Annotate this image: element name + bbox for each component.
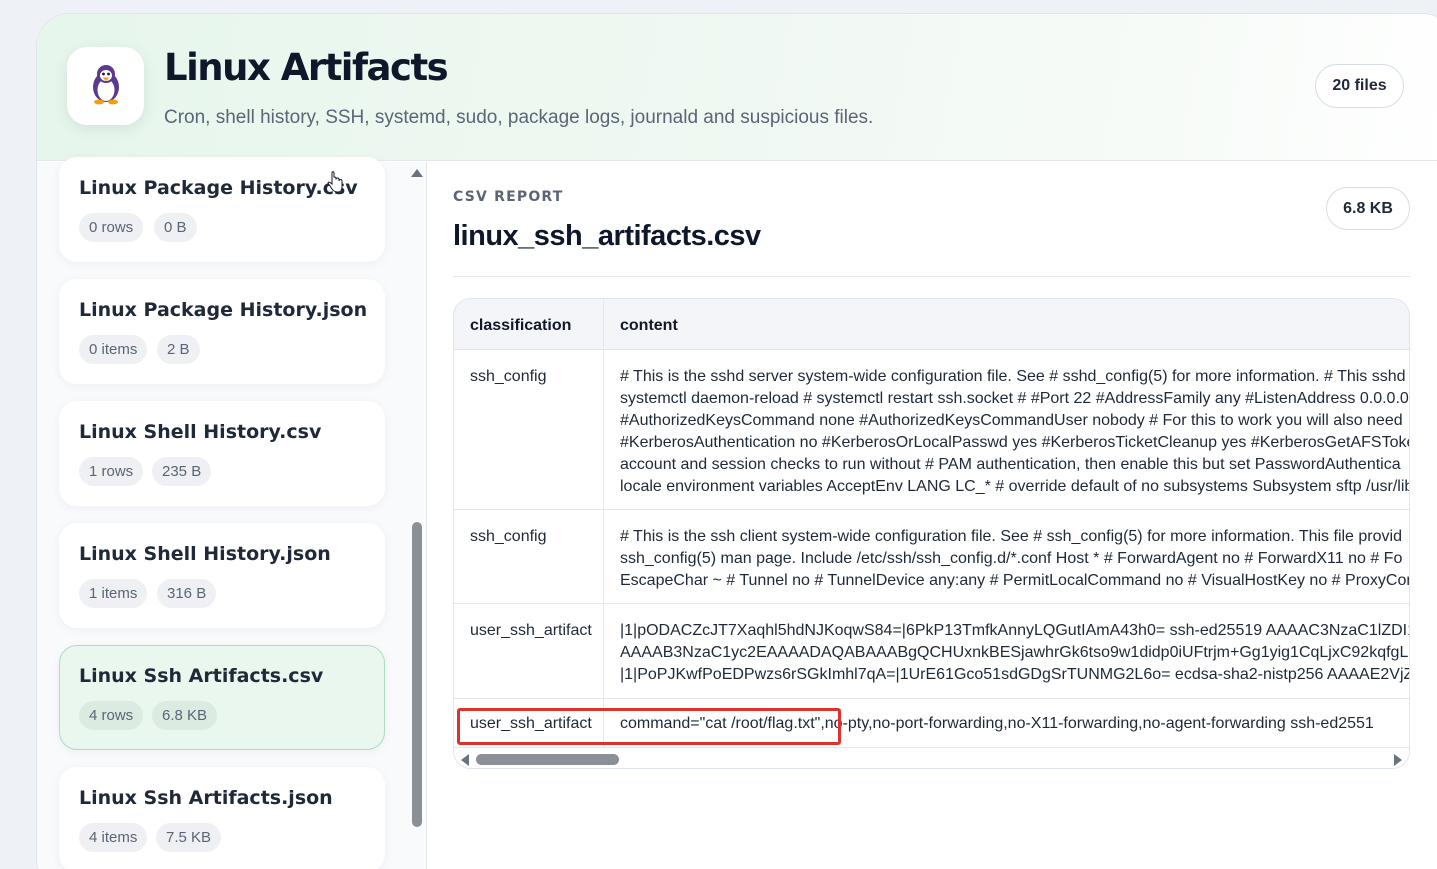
file-size-chip: 2 B [157,335,200,364]
content-line: |1|PoPJKwfPoEDPwzs6rSGkImhl7qA=|1UrE61Gc… [620,666,1410,683]
row-count-chip: 4 rows [79,701,144,730]
item-count-chip: 4 items [79,823,148,852]
file-name: Linux Package History.csv [79,177,358,199]
item-count-chip: 1 items [79,579,148,608]
content-line: EscapeChar ~ # Tunnel no # TunnelDevice … [620,572,1410,589]
report-panel: CSV REPORT linux_ssh_artifacts.csv 6.8 K… [428,162,1437,869]
report-size-badge: 6.8 KB [1326,187,1410,230]
file-name: Linux Package History.json [79,299,368,321]
content-line: # This is the sshd server system-wide co… [620,368,1406,385]
content-line: AAAAB3NzaC1yc2EAAAADAQABAAABgQCHUxnkBESj… [620,644,1410,661]
content-cell: # This is the ssh client system-wide con… [620,526,1410,592]
row-count-chip: 0 rows [79,213,144,242]
file-size-chip: 316 B [157,579,217,608]
file-name: Linux Ssh Artifacts.json [79,787,333,809]
file-name: Linux Shell History.csv [79,421,322,443]
content-line: locale environment variables AcceptEnv L… [620,478,1410,495]
column-header-classification: classification [470,317,572,334]
content-line: account and session checks to run withou… [620,456,1401,473]
table-row: user_ssh_artifact |1|pODACZcJT7Xaqhl5hdN… [454,604,1409,699]
csv-table[interactable]: classification content ssh_config # This… [453,298,1410,769]
report-title: linux_ssh_artifacts.csv [453,220,761,252]
app-subtitle: Cron, shell history, SSH, systemd, sudo,… [164,107,874,128]
penguin-icon [86,63,126,109]
divider [453,276,1410,277]
file-size-chip: 235 B [152,457,212,486]
content-line: #KerberosAuthentication no #KerberosOrLo… [620,434,1410,451]
table-header: classification content [454,299,1409,350]
row-count-chip: 1 rows [79,457,144,486]
file-size-chip: 0 B [154,213,197,242]
content-cell: |1|pODACZcJT7Xaqhl5hdNJKoqwS84=|6PkP13Tm… [620,620,1410,686]
content-line: |1|pODACZcJT7Xaqhl5hdNJKoqwS84=|6PkP13Tm… [620,622,1410,639]
file-name: Linux Ssh Artifacts.csv [79,665,324,687]
scroll-left-arrow[interactable] [461,754,469,766]
column-divider [603,299,604,748]
report-kicker: CSV REPORT [453,189,564,205]
table-row: ssh_config # This is the sshd server sys… [454,350,1409,510]
content-line: #AuthorizedKeysCommand none #AuthorizedK… [620,412,1403,429]
page-header: Linux Artifacts Cron, shell history, SSH… [37,14,1437,161]
sidebar-scrollbar-thumb[interactable] [412,522,422,827]
content-cell: # This is the sshd server system-wide co… [620,366,1410,498]
content-line: ssh_config(5) man page. Include /etc/ssh… [620,550,1403,567]
classification-cell: ssh_config [470,368,547,385]
file-size-chip: 6.8 KB [152,701,218,730]
app-frame: Linux Artifacts Cron, shell history, SSH… [36,13,1437,869]
content-line: # This is the ssh client system-wide con… [620,528,1402,545]
annotation-highlight-box [457,708,841,745]
horizontal-scrollbar-thumb[interactable] [476,754,619,765]
mouse-cursor-icon [327,171,343,197]
content-line: systemctl daemon-reload # systemctl rest… [620,390,1409,407]
classification-cell: ssh_config [470,528,547,545]
file-card[interactable]: Linux Shell History.csv 1 rows 235 B [59,401,385,506]
file-name: Linux Shell History.json [79,543,331,565]
file-count-badge: 20 files [1315,64,1404,108]
column-header-content: content [620,317,678,334]
scroll-up-arrow[interactable] [411,169,423,177]
file-card[interactable]: Linux Package History.json 0 items 2 B [59,279,385,384]
classification-cell: user_ssh_artifact [470,622,592,639]
item-count-chip: 0 items [79,335,148,364]
horizontal-scrollbar[interactable] [454,748,1409,768]
file-card[interactable]: Linux Shell History.json 1 items 316 B [59,523,385,628]
app-logo [67,47,144,125]
file-card-selected[interactable]: Linux Ssh Artifacts.csv 4 rows 6.8 KB [59,645,385,750]
app-title: Linux Artifacts [164,46,449,89]
table-row: ssh_config # This is the ssh client syst… [454,510,1409,604]
file-card[interactable]: Linux Ssh Artifacts.json 4 items 7.5 KB [59,767,385,869]
scroll-right-arrow[interactable] [1394,754,1402,766]
file-sidebar[interactable]: Linux Package History.csv 0 rows 0 B Lin… [37,157,427,869]
file-size-chip: 7.5 KB [156,823,222,852]
